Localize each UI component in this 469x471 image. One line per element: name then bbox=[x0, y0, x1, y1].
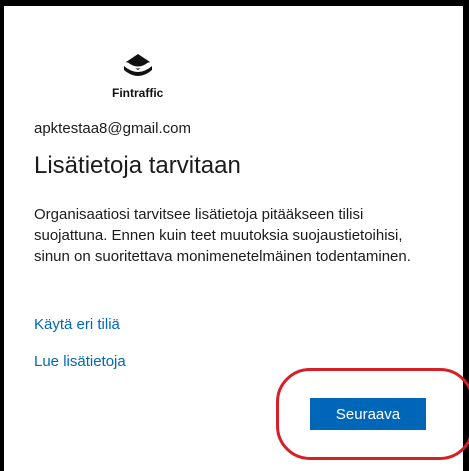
info-message: Organisaatiosi tarvitsee lisätietoja pit… bbox=[34, 206, 411, 265]
page-title: Lisätietoja tarvitaan bbox=[34, 152, 241, 179]
use-other-account-link[interactable]: Käytä eri tiliä bbox=[34, 316, 120, 333]
brand-logo: Fintraffic bbox=[112, 52, 182, 102]
account-email: apktestaa8@gmail.com bbox=[34, 120, 191, 137]
next-button[interactable]: Seuraava bbox=[310, 398, 426, 430]
fintraffic-logo-icon bbox=[124, 54, 152, 76]
brand-name: Fintraffic bbox=[112, 86, 164, 100]
learn-more-link[interactable]: Lue lisätietoja bbox=[34, 353, 126, 370]
